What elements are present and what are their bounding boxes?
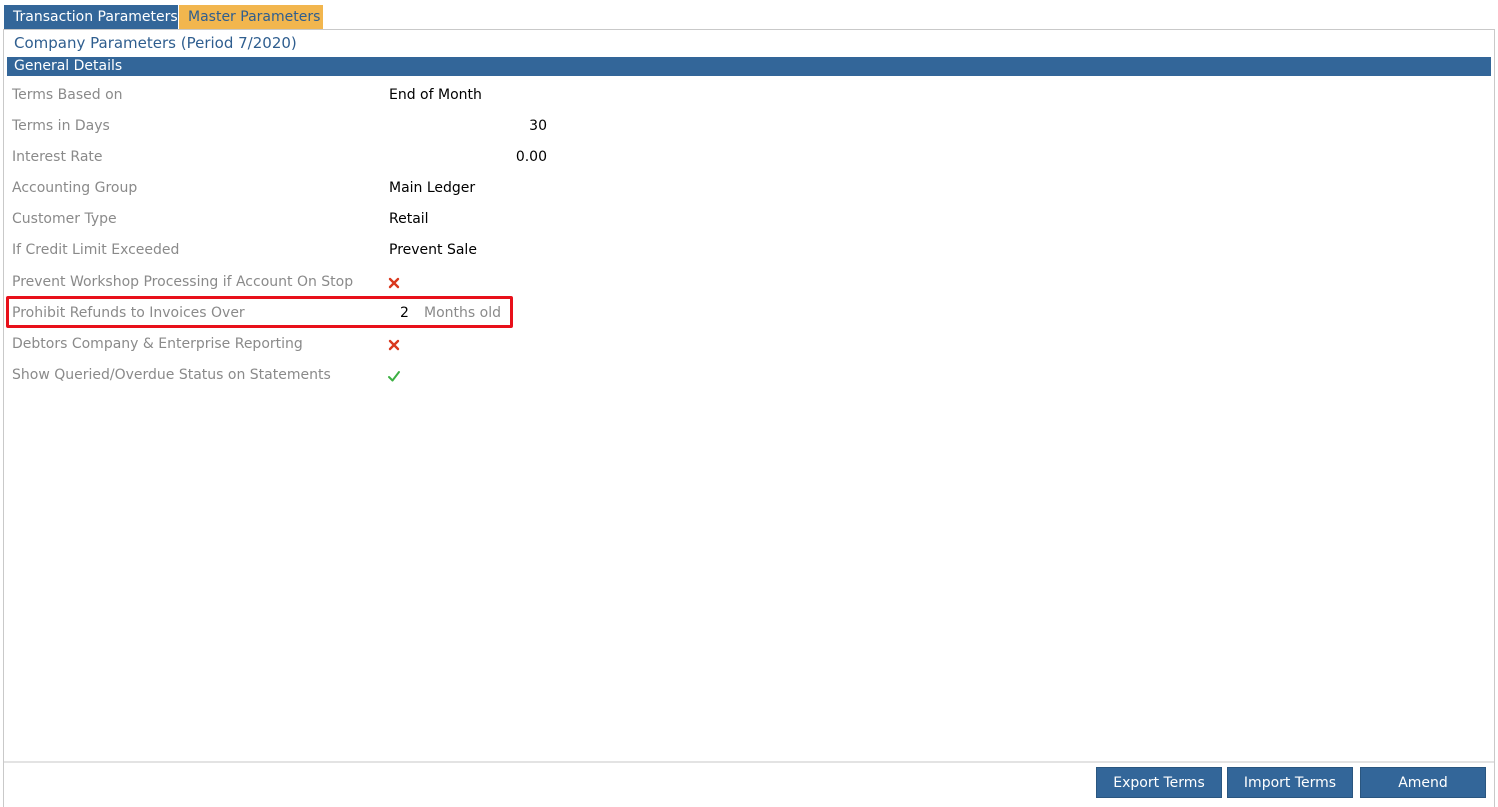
field-row-terms-based-on: Terms Based on End of Month xyxy=(4,80,1494,111)
amend-button[interactable]: Amend xyxy=(1360,767,1486,798)
field-value: 2 xyxy=(400,305,409,321)
field-row-prohibit-refunds: Prohibit Refunds to Invoices Over 2 Mont… xyxy=(4,298,1494,329)
field-value: End of Month xyxy=(389,87,482,103)
field-row-interest-rate: Interest Rate 0.00 xyxy=(4,142,1494,173)
field-value: Prevent Sale xyxy=(389,242,477,258)
field-label: Prohibit Refunds to Invoices Over xyxy=(12,305,245,321)
field-label: Customer Type xyxy=(12,211,117,227)
page-title: Company Parameters (Period 7/2020) xyxy=(14,34,297,52)
field-label: Debtors Company & Enterprise Reporting xyxy=(12,336,303,352)
field-row-prevent-workshop: Prevent Workshop Processing if Account O… xyxy=(4,267,1494,298)
field-value: 30 xyxy=(529,118,547,134)
field-label: Terms in Days xyxy=(12,118,110,134)
field-row-debtors-reporting: Debtors Company & Enterprise Reporting xyxy=(4,329,1494,360)
tab-bar: Transaction Parameters Master Parameters xyxy=(4,5,323,29)
field-label: Terms Based on xyxy=(12,87,123,103)
field-row-accounting-group: Accounting Group Main Ledger xyxy=(4,173,1494,204)
field-unit: Months old xyxy=(424,305,501,321)
footer-divider xyxy=(4,761,1494,763)
field-label: Show Queried/Overdue Status on Statement… xyxy=(12,367,331,383)
field-label: Accounting Group xyxy=(12,180,138,196)
field-row-customer-type: Customer Type Retail xyxy=(4,204,1494,235)
field-label: Interest Rate xyxy=(12,149,103,165)
tab-transaction-parameters[interactable]: Transaction Parameters xyxy=(4,5,178,29)
field-value: Retail xyxy=(389,211,429,227)
cross-icon xyxy=(387,275,401,289)
export-terms-button[interactable]: Export Terms xyxy=(1096,767,1222,798)
field-label: If Credit Limit Exceeded xyxy=(12,242,180,258)
field-row-credit-limit-exceeded: If Credit Limit Exceeded Prevent Sale xyxy=(4,235,1494,266)
check-icon xyxy=(387,368,401,382)
field-value: Main Ledger xyxy=(389,180,476,196)
import-terms-button[interactable]: Import Terms xyxy=(1227,767,1353,798)
field-row-show-queried-status: Show Queried/Overdue Status on Statement… xyxy=(4,360,1494,391)
parameters-panel: Company Parameters (Period 7/2020) Gener… xyxy=(3,29,1495,807)
field-label: Prevent Workshop Processing if Account O… xyxy=(12,274,354,290)
cross-icon xyxy=(387,337,401,351)
field-value: 0.00 xyxy=(515,149,547,165)
section-header-general-details: General Details xyxy=(7,57,1491,76)
field-row-terms-in-days: Terms in Days 30 xyxy=(4,111,1494,142)
tab-master-parameters[interactable]: Master Parameters xyxy=(179,5,323,29)
